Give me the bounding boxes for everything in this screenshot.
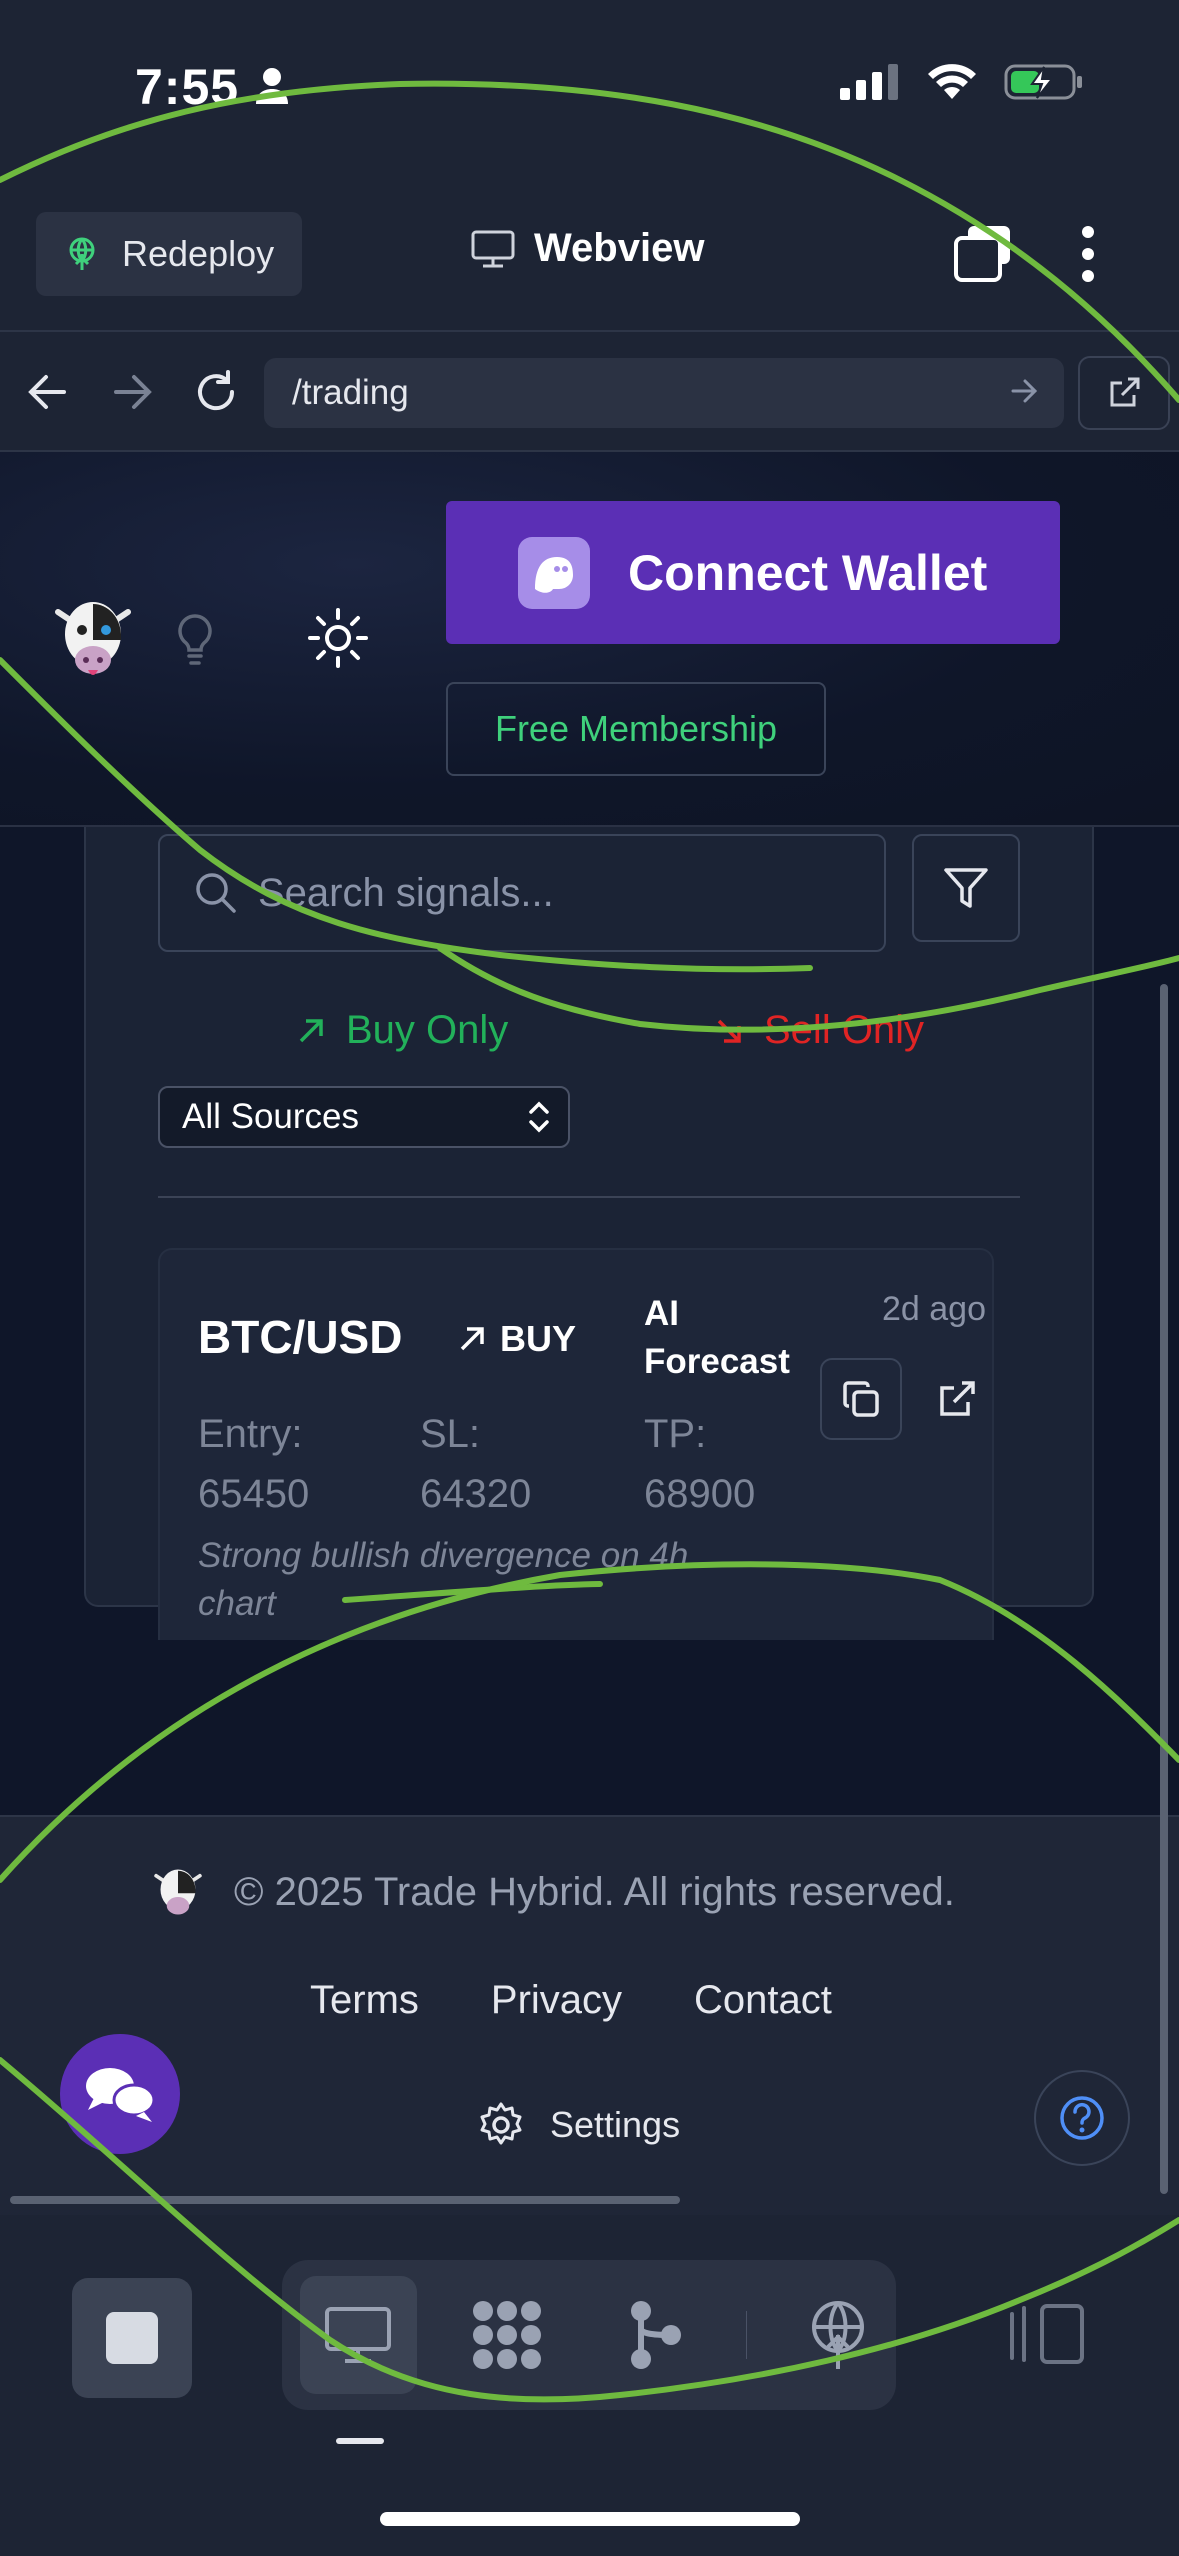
gear-icon	[480, 2102, 522, 2145]
monitor-icon	[471, 230, 515, 267]
copyright-text: © 2025 Trade Hybrid. All rights reserved…	[234, 1869, 955, 1914]
deploy-tool[interactable]	[779, 2276, 896, 2394]
signal-pair: BTC/USD	[198, 1311, 403, 1363]
connect-wallet-button[interactable]: Connect Wallet	[446, 501, 1060, 644]
reload-icon[interactable]	[192, 368, 240, 416]
arrow-up-right-icon	[460, 1327, 484, 1351]
copy-button[interactable]	[820, 1358, 902, 1440]
git-icon	[631, 2301, 682, 2369]
tool-group	[282, 2260, 896, 2410]
entry-value: 65450	[198, 1472, 310, 1516]
filter-icon	[944, 868, 988, 908]
active-tool-indicator	[336, 2438, 384, 2444]
source-select-value: All Sources	[182, 1097, 360, 1136]
settings-link[interactable]: Settings	[476, 2100, 680, 2150]
redeploy-label: Redeploy	[122, 233, 275, 274]
free-membership-label: Free Membership	[494, 708, 778, 749]
signal-age: 2d ago	[882, 1290, 986, 1328]
source-select[interactable]: All Sources	[158, 1086, 570, 1148]
chat-icon	[86, 2068, 156, 2122]
go-icon[interactable]	[1010, 376, 1040, 406]
signal-direction-label: BUY	[500, 1318, 577, 1359]
webview-title[interactable]: Webview	[470, 226, 704, 271]
redeploy-button[interactable]: Redeploy	[36, 212, 302, 296]
ghost-icon	[518, 536, 590, 609]
sell-only-label: Sell Only	[764, 1008, 925, 1052]
buy-only-label: Buy Only	[346, 1008, 509, 1052]
cow-logo-icon[interactable]	[52, 590, 134, 686]
home-indicator[interactable]	[380, 2512, 800, 2526]
help-button[interactable]	[1034, 2070, 1130, 2166]
back-icon[interactable]	[26, 372, 68, 412]
copy-icon	[843, 1381, 879, 1417]
tool-separator	[745, 2311, 748, 2359]
help-icon	[1060, 2096, 1104, 2140]
deploy-icon	[69, 237, 95, 270]
search-input[interactable]: Search signals...	[158, 834, 886, 952]
take-profit-field: TP: 68900	[644, 1404, 755, 1524]
stop-loss-field: SL: 64320	[420, 1404, 531, 1524]
terms-link[interactable]: Terms	[310, 1978, 419, 2023]
signal-source: AI Forecast	[644, 1294, 790, 1381]
buy-only-toggle[interactable]: Buy Only	[296, 1008, 508, 1053]
search-placeholder: Search signals...	[258, 870, 554, 915]
tp-label: TP:	[644, 1412, 707, 1456]
lightbulb-icon[interactable]	[174, 612, 216, 668]
tp-value: 68900	[644, 1472, 756, 1516]
arrow-up-right-icon	[299, 1018, 323, 1042]
sl-label: SL:	[420, 1412, 481, 1456]
url-path: /trading	[292, 373, 409, 412]
chat-button[interactable]	[60, 2034, 180, 2154]
free-membership-button[interactable]: Free Membership	[446, 682, 826, 776]
workflow-icon	[472, 2301, 541, 2369]
contact-link[interactable]: Contact	[694, 1978, 832, 2023]
copyright: © 2025 Trade Hybrid. All rights reserved…	[150, 1862, 955, 1922]
connect-wallet-label: Connect Wallet	[628, 544, 988, 601]
stop-icon	[106, 2312, 158, 2364]
url-input[interactable]: /trading	[264, 358, 1064, 428]
signal-bars-icon	[840, 64, 898, 100]
privacy-link[interactable]: Privacy	[491, 1978, 622, 2023]
external-link-icon	[940, 1381, 975, 1416]
monitor-icon	[325, 2307, 392, 2363]
webview-label: Webview	[534, 226, 705, 270]
panel-divider	[158, 1196, 1020, 1198]
horizontal-scrollbar[interactable]	[10, 2196, 680, 2204]
sell-only-toggle[interactable]: Sell Only	[714, 1008, 924, 1053]
status-time: 7:55	[135, 59, 240, 115]
stop-button[interactable]	[72, 2278, 192, 2398]
tabs-icon[interactable]	[952, 222, 1014, 284]
header-divider	[0, 330, 1179, 332]
forward-icon[interactable]	[112, 372, 154, 412]
filter-button[interactable]	[912, 834, 1020, 942]
wifi-icon	[928, 64, 976, 99]
entry-field: Entry: 65450	[198, 1404, 309, 1524]
status-icons	[840, 62, 1084, 102]
cow-logo-icon	[154, 1869, 202, 1915]
arrow-down-right-icon	[717, 1019, 741, 1043]
sl-value: 64320	[420, 1472, 532, 1516]
git-tool[interactable]	[597, 2276, 714, 2394]
signal-direction: BUY	[458, 1318, 576, 1360]
vertical-scrollbar[interactable]	[1160, 984, 1168, 2194]
workflow-tool[interactable]	[449, 2276, 566, 2394]
open-signal-button[interactable]	[916, 1358, 998, 1440]
sun-icon[interactable]	[306, 606, 370, 670]
person-icon	[256, 68, 288, 104]
external-link-icon	[1110, 377, 1140, 407]
entry-label: Entry:	[198, 1412, 303, 1456]
webview-tool[interactable]	[300, 2276, 417, 2394]
battery-charging-icon	[1004, 64, 1082, 100]
more-vertical-icon[interactable]	[1076, 224, 1100, 284]
settings-label: Settings	[550, 2104, 681, 2145]
chevron-updown-icon	[529, 1101, 549, 1133]
footer-links: Terms Privacy Contact	[310, 1978, 832, 2023]
panels-icon[interactable]	[1006, 2302, 1088, 2366]
open-external-button[interactable]	[1078, 356, 1170, 430]
search-icon	[196, 873, 236, 913]
deploy-globe-icon	[811, 2301, 864, 2369]
signal-note: Strong bullish divergence on 4h chart	[198, 1536, 689, 1623]
